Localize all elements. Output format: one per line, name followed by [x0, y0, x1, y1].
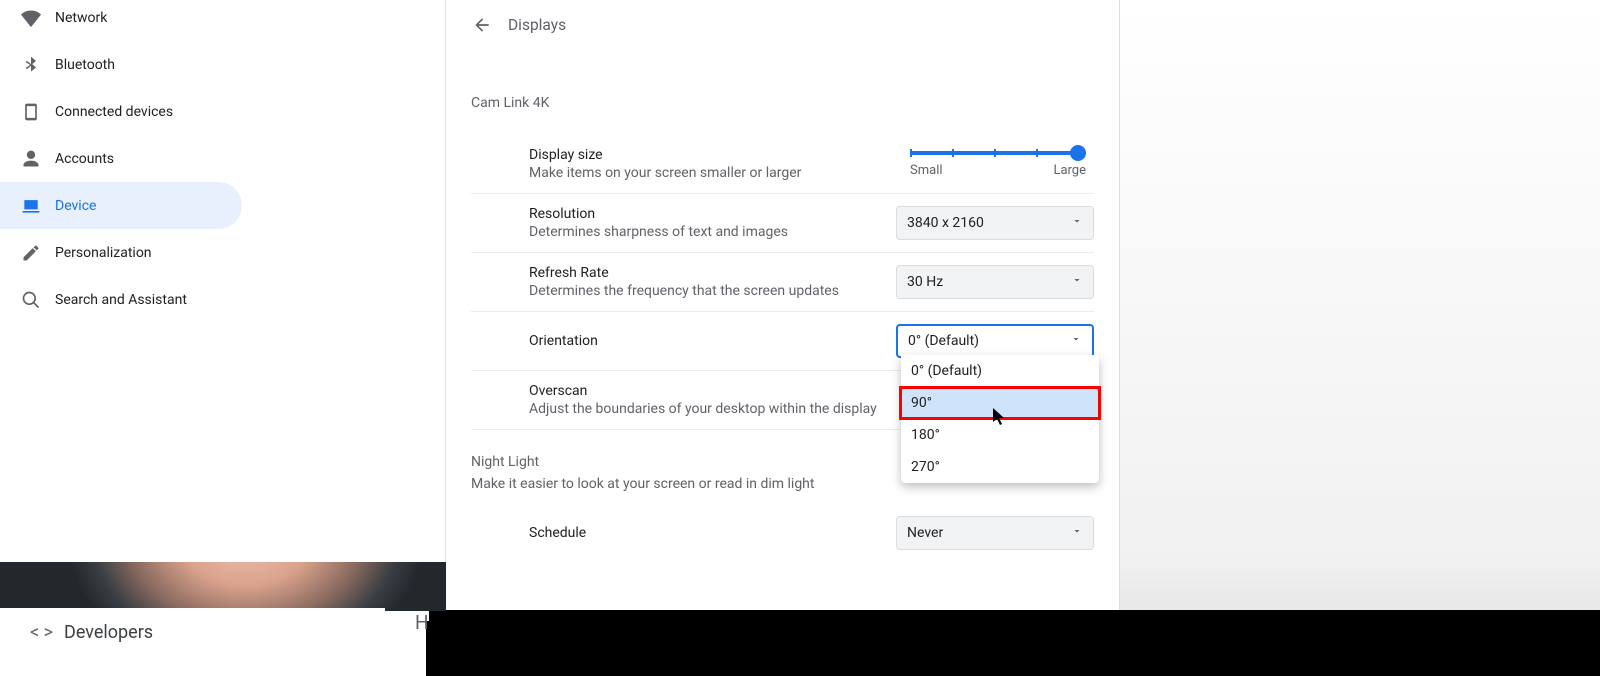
display-name: Cam Link 4K: [471, 95, 1094, 111]
slider-thumb[interactable]: [1070, 145, 1086, 161]
developers-bar[interactable]: < > Developers: [0, 608, 385, 656]
sidebar-item-search-assistant[interactable]: Search and Assistant: [0, 276, 445, 323]
truncated-text: H: [415, 611, 429, 621]
orientation-title: Orientation: [529, 333, 876, 349]
sidebar-item-connected-devices[interactable]: Connected devices: [0, 88, 445, 135]
sidebar-item-accounts[interactable]: Accounts: [0, 135, 445, 182]
resolution-value: 3840 x 2160: [907, 215, 984, 231]
row-refresh-rate: Refresh Rate Determines the frequency th…: [471, 253, 1094, 312]
settings-main-pane: Displays Cam Link 4K Display size Make i…: [445, 0, 1120, 610]
orientation-option-180[interactable]: 180°: [901, 419, 1099, 451]
settings-sidebar: Network Bluetooth Connected devices Acco…: [0, 0, 445, 563]
chevron-down-icon: [1071, 215, 1083, 231]
search-icon: [21, 290, 55, 310]
chevron-down-icon: [1070, 333, 1082, 349]
row-display-size: Display size Make items on your screen s…: [471, 135, 1094, 194]
sidebar-item-device[interactable]: Device: [0, 182, 242, 229]
bluetooth-icon: [21, 55, 55, 75]
page-title: Displays: [508, 16, 566, 34]
pencil-icon: [21, 243, 55, 263]
orientation-dropdown-list[interactable]: 0° (Default) 90° 180° 270°: [901, 355, 1099, 483]
orientation-dropdown[interactable]: 0° (Default): [896, 324, 1094, 358]
bottom-black-bar: [426, 610, 1600, 676]
display-size-slider[interactable]: Small Large: [910, 151, 1094, 178]
sidebar-label: Device: [55, 198, 96, 214]
schedule-dropdown[interactable]: Never: [896, 516, 1094, 550]
refresh-dropdown[interactable]: 30 Hz: [896, 265, 1094, 299]
orientation-option-270[interactable]: 270°: [901, 451, 1099, 483]
chevron-down-icon: [1071, 525, 1083, 541]
slider-small-label: Small: [910, 163, 943, 178]
orientation-value: 0° (Default): [908, 333, 979, 349]
orientation-option-0[interactable]: 0° (Default): [901, 355, 1099, 387]
resolution-sub: Determines sharpness of text and images: [529, 224, 876, 240]
sidebar-label: Connected devices: [55, 104, 173, 120]
display-size-title: Display size: [529, 147, 890, 163]
row-schedule: Schedule Never: [471, 504, 1094, 562]
back-button[interactable]: [468, 11, 496, 39]
display-size-sub: Make items on your screen smaller or lar…: [529, 165, 890, 181]
refresh-sub: Determines the frequency that the screen…: [529, 283, 876, 299]
webcam-overlay: [0, 562, 446, 611]
laptop-icon: [21, 196, 55, 216]
wifi-icon: [21, 8, 55, 28]
sidebar-label: Personalization: [55, 245, 152, 261]
developers-label: Developers: [64, 622, 153, 643]
sidebar-item-personalization[interactable]: Personalization: [0, 229, 445, 276]
refresh-value: 30 Hz: [907, 274, 943, 290]
code-icon: < >: [30, 622, 64, 643]
orientation-option-90[interactable]: 90°: [901, 387, 1099, 419]
schedule-title: Schedule: [529, 525, 876, 541]
refresh-title: Refresh Rate: [529, 265, 876, 281]
page-header: Displays: [446, 0, 1119, 50]
right-empty-area: [1120, 0, 1600, 610]
person-icon: [21, 149, 55, 169]
sidebar-label: Network: [55, 10, 107, 26]
phone-icon: [21, 102, 55, 122]
sidebar-item-bluetooth[interactable]: Bluetooth: [0, 41, 445, 88]
row-resolution: Resolution Determines sharpness of text …: [471, 194, 1094, 253]
chevron-down-icon: [1071, 274, 1083, 290]
sidebar-label: Bluetooth: [55, 57, 115, 73]
schedule-value: Never: [907, 525, 943, 541]
resolution-title: Resolution: [529, 206, 876, 222]
arrow-left-icon: [472, 15, 492, 35]
sidebar-label: Search and Assistant: [55, 292, 187, 308]
sidebar-label: Accounts: [55, 151, 114, 167]
slider-large-label: Large: [1053, 163, 1086, 178]
sidebar-item-network[interactable]: Network: [0, 0, 445, 41]
resolution-dropdown[interactable]: 3840 x 2160: [896, 206, 1094, 240]
